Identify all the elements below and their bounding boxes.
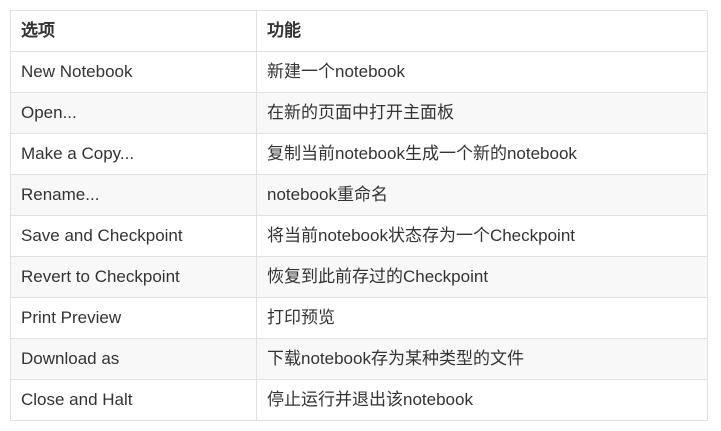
function-cell: 停止运行并退出该notebook: [256, 379, 708, 421]
table-row: New Notebook 新建一个notebook: [10, 51, 708, 93]
option-cell: Make a Copy...: [10, 133, 257, 175]
header-option: 选项: [10, 10, 257, 52]
function-cell: notebook重命名: [256, 174, 708, 216]
table-row: Make a Copy... 复制当前notebook生成一个新的noteboo…: [10, 133, 708, 175]
table-row: Download as 下载notebook存为某种类型的文件: [10, 338, 708, 380]
option-cell: Save and Checkpoint: [10, 215, 257, 257]
option-cell: Close and Halt: [10, 379, 257, 421]
menu-options-table-container: 选项 功能 New Notebook 新建一个notebook Open... …: [10, 10, 708, 421]
option-cell: Rename...: [10, 174, 257, 216]
function-cell: 打印预览: [256, 297, 708, 339]
table-row: Open... 在新的页面中打开主面板: [10, 92, 708, 134]
header-function: 功能: [256, 10, 708, 52]
function-cell: 新建一个notebook: [256, 51, 708, 93]
option-cell: Open...: [10, 92, 257, 134]
table-row: Save and Checkpoint 将当前notebook状态存为一个Che…: [10, 215, 708, 257]
function-cell: 在新的页面中打开主面板: [256, 92, 708, 134]
menu-options-table: 选项 功能 New Notebook 新建一个notebook Open... …: [10, 10, 708, 421]
function-cell: 下载notebook存为某种类型的文件: [256, 338, 708, 380]
table-row: Close and Halt 停止运行并退出该notebook: [10, 379, 708, 421]
option-cell: Download as: [10, 338, 257, 380]
function-cell: 将当前notebook状态存为一个Checkpoint: [256, 215, 708, 257]
option-cell: Revert to Checkpoint: [10, 256, 257, 298]
function-cell: 复制当前notebook生成一个新的notebook: [256, 133, 708, 175]
function-cell: 恢复到此前存过的Checkpoint: [256, 256, 708, 298]
table-header-row: 选项 功能: [10, 10, 708, 52]
table-row: Rename... notebook重命名: [10, 174, 708, 216]
table-row: Revert to Checkpoint 恢复到此前存过的Checkpoint: [10, 256, 708, 298]
option-cell: New Notebook: [10, 51, 257, 93]
option-cell: Print Preview: [10, 297, 257, 339]
table-row: Print Preview 打印预览: [10, 297, 708, 339]
